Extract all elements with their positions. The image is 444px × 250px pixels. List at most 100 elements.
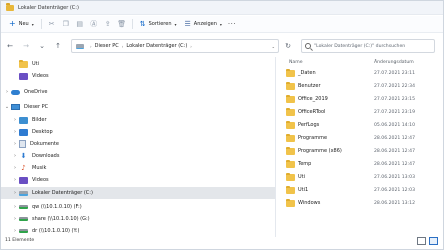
nav-item-label: dr (\\10.1.0.10) (Y:) [32, 228, 80, 234]
nav-item-label: Downloads [32, 153, 60, 159]
recent-locations-button[interactable]: ⌄ [35, 39, 49, 53]
file-date: 27.06.2021 13:03 [374, 174, 416, 180]
file-row[interactable]: Office_2019 27.07.2021 23:15 [277, 93, 443, 105]
nav-item-network-g[interactable]: › share (\\10.1.0.10) (G:) [1, 213, 275, 225]
network-drive-icon [19, 229, 28, 233]
search-icon [305, 43, 311, 49]
delete-icon[interactable]: 🗑 [115, 18, 129, 31]
chevron-down-icon: ▾ [174, 21, 177, 27]
chevron-right-icon: › [14, 177, 16, 183]
file-row[interactable]: Uti1 27.06.2021 12:03 [277, 184, 443, 196]
file-name: Programme [298, 135, 328, 141]
search-placeholder: "Lokaler Datenträger (C:)" durchsuchen [314, 43, 406, 49]
folder-icon [286, 147, 295, 155]
nav-item-label: Bilder [32, 117, 47, 123]
nav-item-downloads[interactable]: › ⬇ Downloads [1, 150, 275, 162]
file-name: Uti1 [298, 187, 309, 193]
folder-icon [286, 121, 295, 129]
network-drive-icon [19, 217, 28, 221]
cut-icon[interactable]: ✂ [45, 18, 59, 31]
file-row[interactable]: Programme (x86) 28.06.2021 12:47 [277, 145, 443, 157]
file-date: 05.06.2021 14:10 [374, 122, 416, 128]
chevron-right-icon: › [14, 204, 16, 210]
nav-item-uti[interactable]: Uti [1, 58, 275, 70]
folder-icon [286, 199, 295, 207]
nav-item-videos[interactable]: Videos [1, 70, 275, 82]
rename-icon[interactable]: Ⓐ [87, 18, 101, 31]
nav-item-network-f[interactable]: › qw (\\10.1.0.10) (F:) [1, 201, 275, 213]
file-date: 28.06.2021 12:47 [374, 148, 416, 154]
nav-item-musik[interactable]: › ♪ Musik [1, 162, 275, 174]
view-icon: ☰ [184, 20, 191, 28]
breadcrumb-separator: › [121, 43, 124, 49]
nav-item-desktop[interactable]: › Desktop [1, 126, 275, 138]
documents-icon [19, 140, 26, 148]
folder-icon [286, 134, 295, 142]
nav-item-label: Dieser PC [24, 104, 49, 110]
file-row[interactable]: Temp 28.06.2021 12:47 [277, 158, 443, 170]
file-row[interactable]: Programme 28.06.2021 12:47 [277, 132, 443, 144]
plus-icon: + [9, 19, 16, 28]
breadcrumb-local-disk[interactable]: Lokaler Datenträger (C:) [126, 43, 187, 49]
refresh-button[interactable]: ↻ [281, 39, 295, 53]
paste-icon[interactable]: ▤ [73, 18, 87, 31]
explorer-window: Lokaler Datenträger (C:) + Neu ▾ ✂ ❐ ▤ Ⓐ… [0, 0, 444, 250]
window-title: Lokaler Datenträger (C:) [18, 4, 79, 11]
file-row[interactable]: OfficeRTool 27.07.2021 23:19 [277, 106, 443, 118]
more-options-button[interactable]: ··· [228, 20, 236, 28]
nav-item-dokumente[interactable]: › Dokumente [1, 138, 275, 150]
file-row[interactable]: Uti 27.06.2021 13:03 [277, 171, 443, 183]
new-button[interactable]: + Neu ▾ [5, 18, 38, 31]
video-icon [19, 176, 28, 184]
nav-item-bilder[interactable]: › Bilder [1, 114, 275, 126]
navigation-pane: Uti Videos › OneDrive ⌄ Dieser PC › Bild… [1, 57, 275, 237]
column-header-date[interactable]: Änderungsdatum [374, 60, 414, 65]
file-row[interactable]: Windows 28.06.2021 13:12 [277, 197, 443, 209]
sort-icon: ⇅ [139, 20, 146, 28]
file-row[interactable]: Benutzer 27.07.2021 22:34 [277, 80, 443, 92]
address-bar[interactable]: › Dieser PC › Lokaler Datenträger (C:) ›… [71, 39, 279, 53]
nav-item-network-y[interactable]: › dr (\\10.1.0.10) (Y:) [1, 225, 275, 237]
nav-item-videos-pc[interactable]: › Videos [1, 174, 275, 186]
forward-button[interactable]: → [19, 39, 33, 53]
file-name: Office_2019 [298, 96, 328, 102]
nav-item-label: qw (\\10.1.0.10) (F:) [32, 204, 82, 210]
file-date: 28.06.2021 12:47 [374, 135, 416, 141]
chevron-right-icon: › [14, 141, 16, 147]
pane-divider[interactable] [275, 57, 276, 237]
folder-icon [286, 82, 295, 90]
copy-icon[interactable]: ❐ [59, 18, 73, 31]
breadcrumb-separator: › [190, 43, 192, 49]
nav-item-this-pc[interactable]: ⌄ Dieser PC [1, 101, 275, 113]
chevron-right-icon: › [14, 153, 16, 159]
share-icon[interactable]: ⇪ [101, 18, 115, 31]
details-view-icon[interactable] [417, 237, 426, 245]
file-name: Benutzer [298, 83, 321, 89]
nav-item-label: share (\\10.1.0.10) (G:) [32, 216, 90, 222]
desktop-icon [19, 128, 28, 136]
breadcrumb-dieser-pc[interactable]: Dieser PC [95, 43, 119, 49]
file-date: 27.07.2021 23:15 [374, 96, 416, 102]
nav-item-label: Videos [32, 177, 49, 183]
nav-item-local-disk[interactable]: › Lokaler Datenträger (C:) [1, 187, 275, 199]
sort-label: Sortieren [148, 21, 172, 27]
file-row[interactable]: PerfLogs 05.06.2021 14:10 [277, 119, 443, 131]
file-name: Programme (x86) [298, 148, 342, 154]
file-row[interactable]: _Daten 27.07.2021 23:11 [277, 67, 443, 79]
drive-icon [76, 43, 84, 49]
file-name: OfficeRTool [298, 109, 326, 115]
sort-button[interactable]: ⇅ Sortieren ▾ [136, 18, 181, 31]
cloud-icon [11, 89, 20, 95]
chevron-right-icon: › [14, 190, 16, 196]
status-item-count: 11 Elemente [5, 238, 35, 243]
chevron-down-icon[interactable]: ⌄ [272, 44, 275, 49]
back-button[interactable]: ← [3, 39, 17, 53]
nav-item-label: Videos [32, 73, 49, 79]
view-button[interactable]: ☰ Anzeigen ▾ [181, 18, 226, 31]
folder-icon [286, 108, 295, 116]
tiles-view-icon[interactable] [429, 237, 438, 245]
column-header-name[interactable]: Name [289, 60, 303, 65]
search-box[interactable]: "Lokaler Datenträger (C:)" durchsuchen [301, 39, 435, 53]
up-button[interactable]: ↑ [51, 39, 65, 53]
nav-item-onedrive[interactable]: › OneDrive [1, 86, 275, 98]
